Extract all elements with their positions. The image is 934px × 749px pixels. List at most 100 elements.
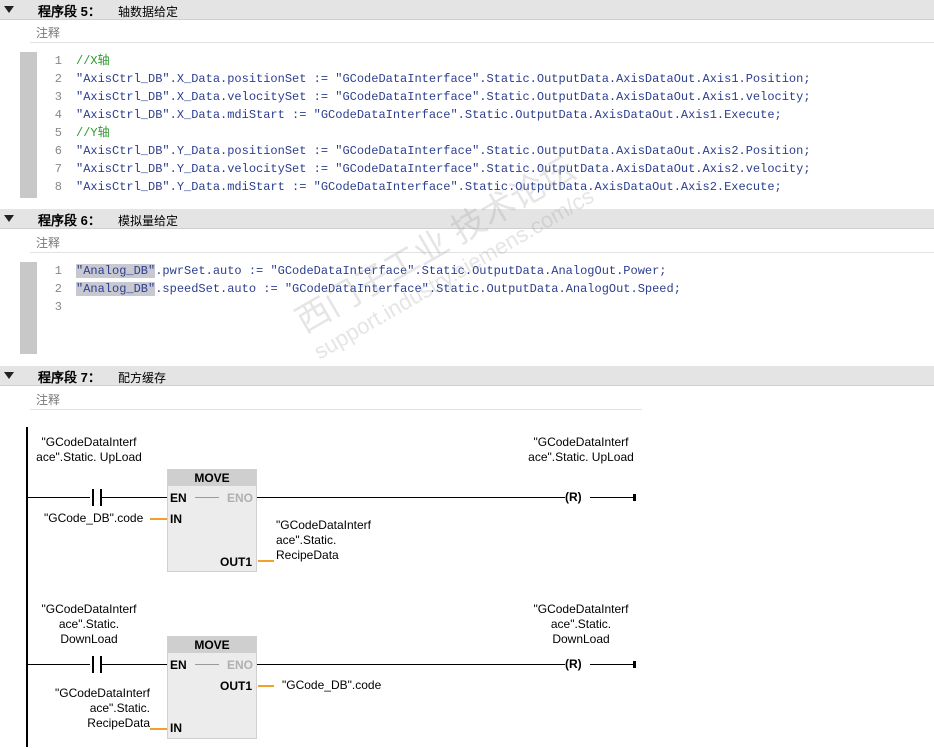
- code-target: "AxisCtrl_DB".Y_Data.positionSet :=: [76, 144, 336, 158]
- line-number: 7: [54, 162, 62, 176]
- coil-upload-label: "GCodeDataInterf ace".Static. UpLoad: [528, 435, 634, 464]
- power-rail: [26, 427, 28, 747]
- code-comment: //X轴: [76, 54, 110, 68]
- pin-in: IN: [170, 512, 182, 526]
- pin-out1: OUT1: [220, 555, 253, 569]
- code-line[interactable]: 8 "AxisCtrl_DB".Y_Data.mdiStart := "GCode…: [50, 178, 782, 196]
- en-eno-link: [195, 497, 219, 498]
- reset-coil-download[interactable]: (R): [565, 657, 582, 671]
- code-line[interactable]: 2 "AxisCtrl_DB".X_Data.positionSet := "GC…: [50, 70, 811, 88]
- line-number: 1: [54, 264, 62, 278]
- out-connector: [258, 560, 274, 562]
- code-target: "AxisCtrl_DB".X_Data.velocitySet :=: [76, 90, 336, 104]
- move1-out-var[interactable]: "GCodeDataInterf ace".Static. RecipeData: [276, 518, 376, 563]
- code-source: "GCodeDataInterface".Static.OutputData.A…: [270, 264, 667, 278]
- rung1-end: [633, 494, 636, 501]
- code-target: .pwrSet.auto :=: [155, 264, 271, 278]
- code-target: .speedSet.auto :=: [155, 282, 285, 296]
- rung2-wire: [28, 664, 90, 665]
- rung2-wire: [257, 664, 565, 665]
- segment-6-header[interactable]: 程序段 6： 模拟量给定: [0, 209, 934, 229]
- rung1-wire: [257, 497, 565, 498]
- in-connector: [150, 518, 167, 520]
- code-source: "GCodeDataInterface".Static.OutputData.A…: [284, 282, 681, 296]
- contact-upload-label: "GCodeDataInterf ace".Static. UpLoad: [36, 435, 142, 464]
- collapse-triangle-icon[interactable]: [4, 372, 14, 379]
- code-target: "AxisCtrl_DB".X_Data.positionSet :=: [76, 72, 336, 86]
- code-source: "GCodeDataInterface".Static.OutputData.A…: [335, 144, 811, 158]
- segment-title: 程序段 6：: [38, 213, 101, 228]
- rung1-wire: [28, 497, 90, 498]
- code-line[interactable]: 3 "AxisCtrl_DB".X_Data.velocitySet := "GC…: [50, 88, 811, 106]
- pin-out1: OUT1: [220, 679, 253, 693]
- line-number: 3: [54, 300, 62, 314]
- collapse-triangle-icon[interactable]: [4, 6, 14, 13]
- line-number: 1: [54, 54, 62, 68]
- move2-in-var[interactable]: "GCodeDataInterf ace".Static. RecipeData: [42, 686, 150, 731]
- move1-in-var[interactable]: "GCode_DB".code: [44, 511, 143, 526]
- segment-name: 模拟量给定: [118, 214, 179, 228]
- code-line[interactable]: 5 //Y轴: [50, 124, 110, 142]
- code-line[interactable]: 2 "Analog_DB".speedSet.auto := "GCodeData…: [50, 280, 681, 298]
- code-highlight: "Analog_DB": [76, 282, 156, 296]
- pin-in: IN: [170, 721, 182, 735]
- pin-en: EN: [170, 491, 187, 505]
- rung2-end: [633, 661, 636, 668]
- pin-en: EN: [170, 658, 187, 672]
- code-source: "GCodeDataInterface".Static.OutputData.A…: [313, 108, 782, 122]
- code-target: "AxisCtrl_DB".Y_Data.velocitySet :=: [76, 162, 336, 176]
- pin-eno: ENO: [227, 658, 254, 672]
- code-gutter: [20, 262, 37, 354]
- segment-name: 配方缓存: [118, 371, 167, 385]
- code-line[interactable]: 3: [50, 298, 76, 316]
- comment-label: 注释: [36, 393, 61, 407]
- reset-coil-upload[interactable]: (R): [565, 490, 582, 504]
- code-gutter: [20, 52, 37, 198]
- coil-download-label: "GCodeDataInterf ace".Static. DownLoad: [533, 602, 629, 646]
- code-line[interactable]: 1 //X轴: [50, 52, 110, 70]
- in-connector: [150, 728, 167, 730]
- code-highlight: "Analog_DB": [76, 264, 156, 278]
- segment-title: 程序段 7：: [38, 370, 101, 385]
- code-target: "AxisCtrl_DB".X_Data.mdiStart :=: [76, 108, 314, 122]
- move2-out-var[interactable]: "GCode_DB".code: [282, 678, 381, 693]
- rung2-wire: [102, 664, 168, 665]
- segment-name: 轴数据给定: [118, 5, 179, 19]
- contact-upload-left[interactable]: [92, 489, 94, 506]
- code-source: "GCodeDataInterface".Static.OutputData.A…: [335, 72, 811, 86]
- contact-download-left[interactable]: [92, 656, 94, 673]
- segment-title: 程序段 5：: [38, 4, 101, 19]
- scl-editor-6[interactable]: 1 "Analog_DB".pwrSet.auto := "GCodeDataIn…: [20, 262, 934, 354]
- pin-eno: ENO: [227, 491, 254, 505]
- comment-label: 注释: [36, 236, 61, 250]
- line-number: 2: [54, 282, 62, 296]
- rung2-wire: [590, 664, 634, 665]
- code-source: "GCodeDataInterface".Static.OutputData.A…: [313, 180, 782, 194]
- code-line[interactable]: 1 "Analog_DB".pwrSet.auto := "GCodeDataIn…: [50, 262, 667, 280]
- en-eno-link: [195, 664, 219, 665]
- scl-editor-5[interactable]: 1 //X轴 2 "AxisCtrl_DB".X_Data.positionSet :…: [20, 52, 934, 198]
- code-source: "GCodeDataInterface".Static.OutputData.A…: [335, 162, 811, 176]
- segment-5-comment[interactable]: 注释: [30, 20, 934, 43]
- code-line[interactable]: 6 "AxisCtrl_DB".Y_Data.positionSet := "GC…: [50, 142, 811, 160]
- code-line[interactable]: 4 "AxisCtrl_DB".X_Data.mdiStart := "GCode…: [50, 106, 782, 124]
- segment-6-comment[interactable]: 注释: [30, 230, 934, 253]
- code-comment: //Y轴: [76, 126, 110, 140]
- coil-type: R: [569, 490, 578, 504]
- segment-7-header[interactable]: 程序段 7： 配方缓存: [0, 366, 934, 386]
- rung1-wire: [102, 497, 168, 498]
- move-block-title: MOVE: [168, 470, 256, 486]
- comment-label: 注释: [36, 26, 61, 40]
- rung1-wire: [590, 497, 634, 498]
- code-line[interactable]: 7 "AxisCtrl_DB".Y_Data.velocitySet := "GC…: [50, 160, 811, 178]
- out-connector: [258, 685, 274, 687]
- code-target: "AxisCtrl_DB".Y_Data.mdiStart :=: [76, 180, 314, 194]
- contact-download-label: "GCodeDataInterf ace".Static. DownLoad: [41, 602, 137, 646]
- line-number: 6: [54, 144, 62, 158]
- line-number: 4: [54, 108, 62, 122]
- coil-type: R: [569, 657, 578, 671]
- segment-5-header[interactable]: 程序段 5： 轴数据给定: [0, 0, 934, 20]
- segment-7-comment[interactable]: 注释: [30, 387, 642, 410]
- line-number: 2: [54, 72, 62, 86]
- collapse-triangle-icon[interactable]: [4, 215, 14, 222]
